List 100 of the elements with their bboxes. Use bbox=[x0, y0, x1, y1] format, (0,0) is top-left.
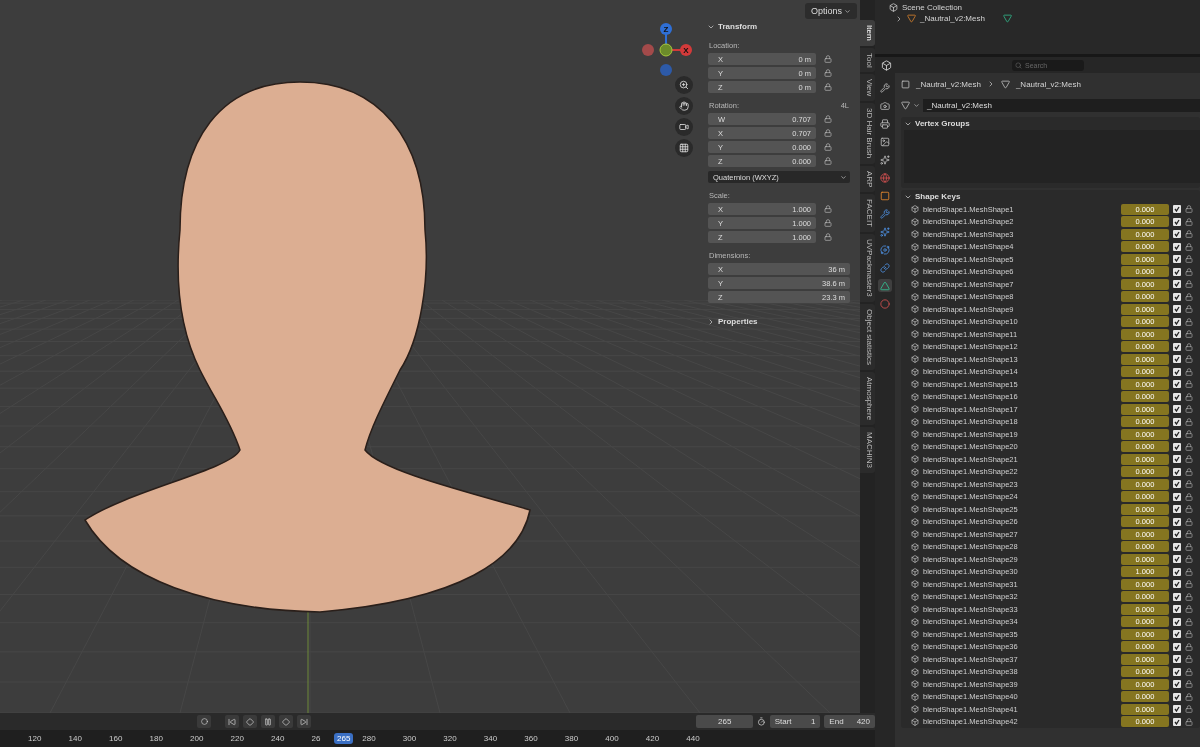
checkbox[interactable] bbox=[1173, 667, 1181, 676]
lock-icon[interactable] bbox=[1185, 267, 1193, 276]
sidebar-tab[interactable]: Atmosphere bbox=[860, 372, 875, 426]
scene-tab[interactable] bbox=[878, 153, 892, 166]
checkbox[interactable] bbox=[1173, 267, 1181, 276]
lock-icon[interactable] bbox=[1185, 330, 1193, 339]
lock-icon[interactable] bbox=[1185, 642, 1193, 651]
checkbox[interactable] bbox=[1173, 642, 1181, 651]
checkbox[interactable] bbox=[1173, 430, 1181, 439]
checkbox[interactable] bbox=[1173, 230, 1181, 239]
lock-icon[interactable] bbox=[1185, 392, 1193, 401]
checkbox[interactable] bbox=[1173, 205, 1181, 214]
frame-marker[interactable]: 265 bbox=[334, 733, 354, 744]
lock-icon[interactable] bbox=[1185, 630, 1193, 639]
printer-tab[interactable] bbox=[878, 117, 892, 130]
lock-icon[interactable] bbox=[1185, 405, 1193, 414]
sidebar-tab[interactable]: Item bbox=[860, 20, 875, 46]
lock-icon[interactable] bbox=[1185, 355, 1193, 364]
lock-icon[interactable] bbox=[1185, 317, 1193, 326]
sidebar-tab[interactable]: View bbox=[860, 74, 875, 102]
end-frame-field[interactable]: End 420 bbox=[824, 715, 875, 728]
lock-icon[interactable] bbox=[1185, 467, 1193, 476]
checkbox[interactable] bbox=[1173, 592, 1181, 601]
pan-button[interactable] bbox=[675, 97, 693, 115]
lock-icon[interactable] bbox=[1185, 655, 1193, 664]
checkbox[interactable] bbox=[1173, 717, 1181, 726]
lock-icon[interactable] bbox=[1185, 717, 1193, 726]
keyframe-back-button[interactable] bbox=[242, 715, 257, 728]
camera-tab[interactable] bbox=[878, 99, 892, 112]
checkbox[interactable] bbox=[1173, 292, 1181, 301]
checkbox[interactable] bbox=[1173, 380, 1181, 389]
lock-icon[interactable] bbox=[1185, 442, 1193, 451]
lock-icon[interactable] bbox=[1185, 492, 1193, 501]
checkbox[interactable] bbox=[1173, 280, 1181, 289]
grid-button[interactable] bbox=[675, 139, 693, 157]
checkbox[interactable] bbox=[1173, 492, 1181, 501]
start-frame-field[interactable]: Start 1 bbox=[769, 715, 821, 728]
checkbox[interactable] bbox=[1173, 517, 1181, 526]
checkbox[interactable] bbox=[1173, 405, 1181, 414]
lock-icon[interactable] bbox=[1185, 380, 1193, 389]
sidebar-tab[interactable]: 3D Hair Brush bbox=[860, 103, 875, 164]
lock-icon[interactable] bbox=[1185, 292, 1193, 301]
image-tab[interactable] bbox=[878, 135, 892, 148]
checkbox[interactable] bbox=[1173, 692, 1181, 701]
vertex-groups-header[interactable]: Vertex Groups bbox=[901, 117, 1200, 130]
checkbox[interactable] bbox=[1173, 505, 1181, 514]
tool-tab[interactable] bbox=[878, 81, 892, 94]
lock-icon[interactable] bbox=[1185, 430, 1193, 439]
keyframe-forward-button[interactable] bbox=[278, 715, 293, 728]
wrench-tab[interactable] bbox=[878, 207, 892, 220]
options-button[interactable]: Options bbox=[804, 3, 857, 19]
transform-panel-header[interactable]: Transform bbox=[704, 20, 854, 33]
sidebar-tab[interactable]: UVPackmaster3 bbox=[860, 234, 875, 302]
checkbox[interactable] bbox=[1173, 467, 1181, 476]
lock-icon[interactable] bbox=[1185, 705, 1193, 714]
lock-icon[interactable] bbox=[1185, 417, 1193, 426]
checkbox[interactable] bbox=[1173, 605, 1181, 614]
lock-icon[interactable] bbox=[1185, 567, 1193, 576]
checkbox[interactable] bbox=[1173, 342, 1181, 351]
checkbox[interactable] bbox=[1173, 330, 1181, 339]
checkbox[interactable] bbox=[1173, 580, 1181, 589]
lock-icon[interactable] bbox=[1185, 617, 1193, 626]
orbit-tab[interactable] bbox=[878, 243, 892, 256]
current-frame-field[interactable]: 265 bbox=[696, 715, 753, 728]
lock-icon[interactable] bbox=[1185, 592, 1193, 601]
outliner-item[interactable]: Scene Collection bbox=[902, 3, 963, 12]
stopwatch-icon[interactable] bbox=[756, 717, 766, 726]
lock-icon[interactable] bbox=[1185, 580, 1193, 589]
checkbox[interactable] bbox=[1173, 655, 1181, 664]
globe-tab[interactable] bbox=[878, 171, 892, 184]
lock-icon[interactable] bbox=[1185, 692, 1193, 701]
lock-icon[interactable] bbox=[1185, 680, 1193, 689]
camera-button[interactable] bbox=[675, 118, 693, 136]
checkbox[interactable] bbox=[1173, 305, 1181, 314]
lock-icon[interactable] bbox=[824, 205, 832, 213]
checkbox[interactable] bbox=[1173, 480, 1181, 489]
zoom-button[interactable] bbox=[675, 76, 693, 94]
checkbox[interactable] bbox=[1173, 530, 1181, 539]
lock-icon[interactable] bbox=[1185, 555, 1193, 564]
checkbox[interactable] bbox=[1173, 355, 1181, 364]
particles-tab[interactable] bbox=[878, 225, 892, 238]
lock-icon[interactable] bbox=[1185, 205, 1193, 214]
lock-icon[interactable] bbox=[1185, 517, 1193, 526]
checkbox[interactable] bbox=[1173, 680, 1181, 689]
sidebar-tab[interactable]: FACEIT bbox=[860, 194, 875, 233]
lock-icon[interactable] bbox=[1185, 255, 1193, 264]
checkbox[interactable] bbox=[1173, 242, 1181, 251]
lock-icon[interactable] bbox=[1185, 367, 1193, 376]
jump-end-button[interactable] bbox=[296, 715, 311, 728]
lock-icon[interactable] bbox=[1185, 505, 1193, 514]
checkbox[interactable] bbox=[1173, 705, 1181, 714]
checkbox[interactable] bbox=[1173, 367, 1181, 376]
checkbox[interactable] bbox=[1173, 417, 1181, 426]
triangle-tab[interactable] bbox=[878, 279, 892, 292]
checkbox[interactable] bbox=[1173, 217, 1181, 226]
lock-icon[interactable] bbox=[1185, 280, 1193, 289]
lock-icon[interactable] bbox=[824, 219, 832, 227]
lock-icon[interactable] bbox=[1185, 530, 1193, 539]
object-tab[interactable] bbox=[878, 189, 892, 202]
link-tab[interactable] bbox=[878, 261, 892, 274]
